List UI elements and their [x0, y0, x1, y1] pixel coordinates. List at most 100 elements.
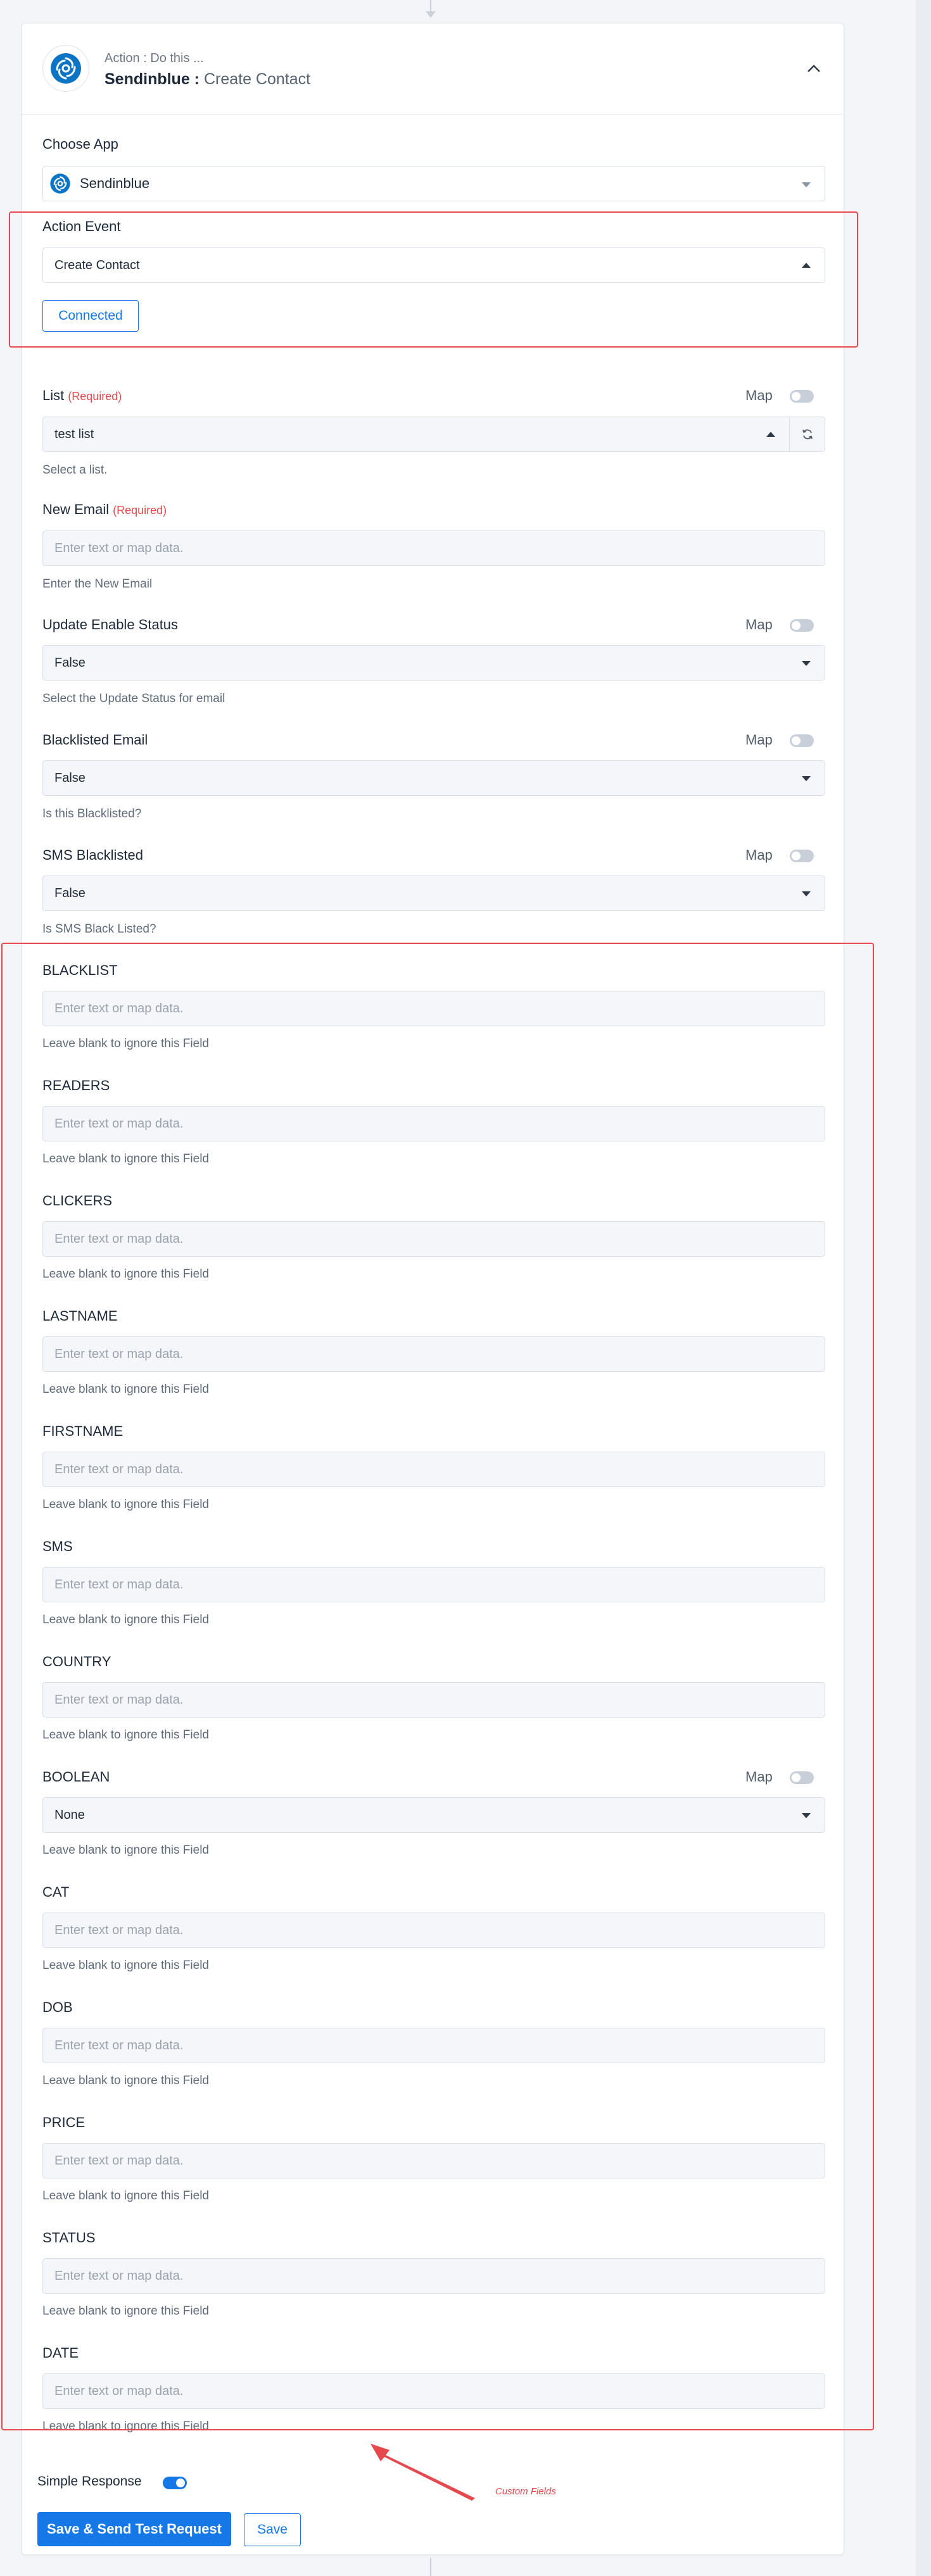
- refresh-icon: [802, 429, 813, 439]
- list-refresh-button[interactable]: [790, 417, 825, 452]
- sms-blacklisted-value: False: [54, 886, 86, 900]
- blacklist-placeholder: Enter text or map data.: [54, 1001, 184, 1015]
- annotation-arrow-icon: [370, 2444, 475, 2501]
- status-input[interactable]: Enter text or map data.: [42, 2258, 825, 2294]
- boolean-select[interactable]: None: [42, 1797, 825, 1833]
- status-placeholder: Enter text or map data.: [54, 2268, 184, 2283]
- collapse-button[interactable]: [803, 58, 825, 79]
- lastname-placeholder: Enter text or map data.: [54, 1347, 184, 1361]
- action-event-select[interactable]: Create Contact: [42, 248, 825, 283]
- chevron-down-icon: [802, 891, 811, 896]
- readers-input[interactable]: Enter text or map data.: [42, 1106, 825, 1141]
- country-placeholder: Enter text or map data.: [54, 1692, 184, 1707]
- custom-fields-annotation: Custom Fields: [495, 2486, 556, 2497]
- blacklisted-email-value: False: [54, 770, 86, 785]
- boolean-hint: Leave blank to ignore this Field: [42, 1844, 209, 1857]
- update-enable-status-value: False: [54, 655, 86, 670]
- save-button[interactable]: Save: [244, 2513, 301, 2546]
- new-email-hint: Enter the New Email: [42, 577, 153, 591]
- status-label: STATUS: [42, 2230, 96, 2246]
- firstname-input[interactable]: Enter text or map data.: [42, 1452, 825, 1487]
- clickers-placeholder: Enter text or map data.: [54, 1231, 184, 1246]
- save-and-send-test-button[interactable]: Save & Send Test Request: [37, 2512, 231, 2546]
- blacklist-label: BLACKLIST: [42, 962, 118, 978]
- lastname-hint: Leave blank to ignore this Field: [42, 1383, 209, 1396]
- country-label: COUNTRY: [42, 1654, 111, 1669]
- choose-app-value: Sendinblue: [80, 175, 150, 191]
- required-marker: (Required): [113, 504, 167, 517]
- flow-connector-arrow-icon: [426, 11, 436, 18]
- boolean-value: None: [54, 1807, 85, 1822]
- blacklisted-email-label: Blacklisted Email: [42, 732, 148, 748]
- dob-input[interactable]: Enter text or map data.: [42, 2028, 825, 2063]
- required-marker: (Required): [68, 390, 122, 403]
- update-enable-status-select[interactable]: False: [42, 645, 825, 681]
- sms-placeholder: Enter text or map data.: [54, 1577, 184, 1592]
- chevron-up-icon: [802, 263, 811, 268]
- update-enable-status-map-toggle[interactable]: [790, 619, 814, 632]
- list-label-text: List: [42, 387, 65, 403]
- connected-button[interactable]: Connected: [42, 300, 139, 332]
- step-header[interactable]: Action : Do this ... Sendinblue : Create…: [22, 23, 844, 115]
- status-hint: Leave blank to ignore this Field: [42, 2304, 209, 2318]
- sms-input[interactable]: Enter text or map data.: [42, 1567, 825, 1602]
- list-map-toggle[interactable]: [790, 390, 814, 403]
- clickers-hint: Leave blank to ignore this Field: [42, 1267, 209, 1281]
- chevron-up-icon: [808, 65, 820, 72]
- list-value: test list: [54, 427, 94, 441]
- blacklist-input[interactable]: Enter text or map data.: [42, 991, 825, 1026]
- date-hint: Leave blank to ignore this Field: [42, 2420, 209, 2433]
- chevron-down-icon: [802, 182, 811, 187]
- sms-blacklisted-select[interactable]: False: [42, 876, 825, 911]
- step-action-name: Create Contact: [203, 70, 311, 88]
- boolean-map-toggle[interactable]: [790, 1771, 814, 1784]
- new-email-input[interactable]: Enter text or map data.: [42, 531, 825, 566]
- list-label: List (Required): [42, 387, 122, 404]
- boolean-map-label: Map: [745, 1769, 773, 1785]
- list-select[interactable]: test list: [42, 417, 790, 452]
- list-map-label: Map: [745, 387, 773, 403]
- date-label: DATE: [42, 2345, 79, 2361]
- cat-placeholder: Enter text or map data.: [54, 1923, 184, 1937]
- chevron-down-icon: [802, 1813, 811, 1818]
- clickers-input[interactable]: Enter text or map data.: [42, 1221, 825, 1257]
- dob-label: DOB: [42, 1999, 73, 2015]
- sms-blacklisted-map-toggle[interactable]: [790, 850, 814, 862]
- price-label: PRICE: [42, 2114, 86, 2130]
- choose-app-select[interactable]: Sendinblue: [42, 166, 825, 201]
- price-input[interactable]: Enter text or map data.: [42, 2143, 825, 2178]
- country-hint: Leave blank to ignore this Field: [42, 1728, 209, 1742]
- sms-label: SMS: [42, 1538, 73, 1554]
- lastname-label: LASTNAME: [42, 1308, 118, 1324]
- sms-blacklisted-label: SMS Blacklisted: [42, 847, 143, 863]
- date-input[interactable]: Enter text or map data.: [42, 2373, 825, 2409]
- simple-response-toggle[interactable]: [163, 2477, 187, 2489]
- action-step-card: Action : Do this ... Sendinblue : Create…: [22, 23, 844, 2555]
- cat-hint: Leave blank to ignore this Field: [42, 1959, 209, 1972]
- choose-app-label: Choose App: [42, 136, 118, 152]
- sendinblue-small-icon: [49, 173, 71, 194]
- update-enable-status-map-label: Map: [745, 617, 773, 632]
- blacklisted-email-hint: Is this Blacklisted?: [42, 807, 142, 820]
- new-email-placeholder: Enter text or map data.: [54, 541, 184, 555]
- update-enable-status-hint: Select the Update Status for email: [42, 692, 225, 705]
- boolean-label: BOOLEAN: [42, 1769, 110, 1785]
- step-title: Sendinblue : Create Contact: [104, 70, 310, 89]
- new-email-label: New Email (Required): [42, 501, 167, 518]
- readers-hint: Leave blank to ignore this Field: [42, 1152, 209, 1165]
- blacklisted-email-map-toggle[interactable]: [790, 734, 814, 747]
- sms-hint: Leave blank to ignore this Field: [42, 1613, 209, 1626]
- cat-input[interactable]: Enter text or map data.: [42, 1913, 825, 1948]
- dob-hint: Leave blank to ignore this Field: [42, 2074, 209, 2087]
- clickers-label: CLICKERS: [42, 1193, 113, 1209]
- blacklist-hint: Leave blank to ignore this Field: [42, 1037, 209, 1050]
- chevron-down-icon: [802, 661, 811, 666]
- price-hint: Leave blank to ignore this Field: [42, 2189, 209, 2202]
- blacklisted-email-select[interactable]: False: [42, 760, 825, 796]
- chevron-down-icon: [802, 776, 811, 781]
- sms-blacklisted-hint: Is SMS Black Listed?: [42, 922, 156, 936]
- country-input[interactable]: Enter text or map data.: [42, 1682, 825, 1718]
- cat-label: CAT: [42, 1884, 70, 1900]
- lastname-input[interactable]: Enter text or map data.: [42, 1336, 825, 1372]
- date-placeholder: Enter text or map data.: [54, 2384, 184, 2398]
